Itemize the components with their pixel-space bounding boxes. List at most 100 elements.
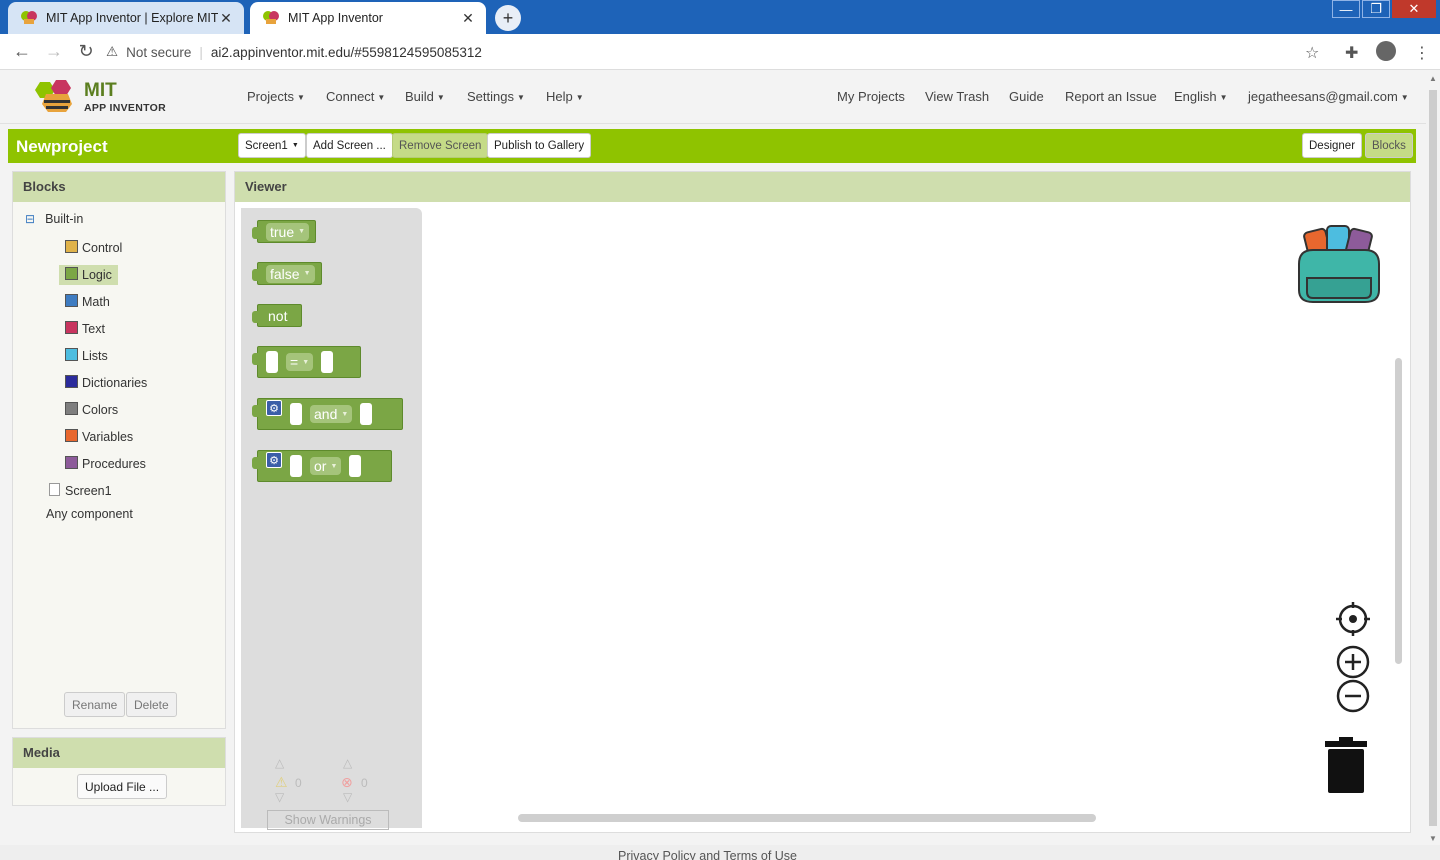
viewer-title: Viewer — [235, 172, 1410, 202]
remove-screen-button[interactable]: Remove Screen — [392, 133, 489, 158]
page-scroll-thumb[interactable] — [1429, 90, 1437, 826]
backpack-icon[interactable] — [1293, 220, 1385, 306]
account-menu[interactable]: jegatheesans@gmail.com ▼ — [1248, 89, 1409, 104]
logic-false-block[interactable]: false ▼ — [252, 262, 322, 285]
link-view-trash[interactable]: View Trash — [925, 89, 989, 104]
link-my-projects[interactable]: My Projects — [837, 89, 905, 104]
link-report-issue[interactable]: Report an Issue — [1065, 89, 1157, 104]
compare-operator-dropdown[interactable]: = ▼ — [286, 353, 314, 371]
category-procedures[interactable]: Procedures — [65, 455, 146, 471]
logic-or-block[interactable]: ⚙ or ▼ — [252, 450, 392, 482]
project-name: Newproject — [16, 137, 108, 156]
error-prev-arrow-icon[interactable]: △ — [343, 756, 352, 770]
logic-true-block[interactable]: true ▼ — [252, 220, 317, 243]
warning-triangle-icon[interactable]: ⚠ — [106, 44, 118, 60]
logo-bee-icon — [35, 80, 72, 112]
category-lists[interactable]: Lists — [65, 347, 108, 363]
window-controls: — ❐ ✕ — [1330, 0, 1436, 18]
not-label: not — [268, 307, 288, 324]
scroll-down-arrow-icon[interactable]: ▼ — [1429, 834, 1437, 843]
menu-projects[interactable]: Projects ▼ — [247, 89, 305, 104]
screen-select-dropdown[interactable]: Screen1 ▼ — [238, 133, 306, 158]
browser-tab-app-inventor[interactable]: MIT App Inventor ✕ — [250, 2, 486, 34]
menu-settings[interactable]: Settings ▼ — [467, 89, 525, 104]
scroll-up-arrow-icon[interactable]: ▲ — [1429, 74, 1437, 83]
close-tab-icon[interactable]: ✕ — [460, 10, 476, 27]
false-dropdown[interactable]: false ▼ — [266, 264, 315, 283]
category-text[interactable]: Text — [65, 320, 105, 336]
mit-app-inventor-logo[interactable]: MIT APP INVENTOR — [34, 76, 166, 116]
minimize-icon[interactable]: — — [1332, 0, 1360, 18]
new-tab-plus-icon[interactable]: + — [495, 5, 521, 31]
window-close-icon[interactable]: ✕ — [1392, 0, 1436, 18]
browser-tab-explore[interactable]: MIT App Inventor | Explore MIT A ✕ — [8, 2, 244, 34]
mutator-gear-icon[interactable]: ⚙ — [266, 400, 282, 416]
category-logic[interactable]: Logic — [59, 265, 118, 285]
language-menu[interactable]: English ▼ — [1174, 89, 1228, 104]
menu-build[interactable]: Build ▼ — [405, 89, 445, 104]
browser-menu-icon[interactable]: ⋮ — [1414, 43, 1430, 63]
forward-arrow-icon[interactable]: → — [38, 36, 70, 68]
right-input-slot[interactable] — [349, 455, 362, 477]
url-text[interactable]: ai2.appinventor.mit.edu/#559812459508531… — [211, 45, 482, 60]
show-warnings-button[interactable]: Show Warnings — [267, 810, 389, 830]
link-guide[interactable]: Guide — [1009, 89, 1044, 104]
upload-file-button[interactable]: Upload File ... — [77, 774, 168, 799]
category-control[interactable]: Control — [65, 239, 122, 255]
category-colors[interactable]: Colors — [65, 401, 118, 417]
true-dropdown[interactable]: true ▼ — [266, 222, 310, 241]
left-input-slot[interactable] — [290, 455, 302, 477]
logic-compare-block[interactable]: = ▼ — [252, 346, 361, 378]
back-arrow-icon[interactable]: ← — [6, 36, 38, 68]
center-target-icon[interactable] — [1336, 602, 1370, 636]
and-operator-dropdown[interactable]: and ▼ — [310, 405, 353, 423]
any-component-item[interactable]: Any component — [46, 507, 133, 521]
close-tab-icon[interactable]: ✕ — [218, 10, 234, 27]
reload-icon[interactable]: ↻ — [70, 36, 102, 68]
collapse-icon[interactable]: ⊟ — [25, 212, 35, 226]
menu-help[interactable]: Help ▼ — [546, 89, 584, 104]
add-screen-button[interactable]: Add Screen ... — [306, 133, 393, 158]
builtin-tree-item[interactable]: ⊟ Built-in — [25, 212, 83, 226]
delete-button[interactable]: Delete — [126, 692, 177, 717]
tab-title: MIT App Inventor — [288, 11, 383, 25]
warning-count: 0 — [295, 776, 302, 790]
profile-avatar-icon[interactable] — [1376, 41, 1396, 61]
left-input-slot[interactable] — [266, 351, 278, 373]
publish-gallery-button[interactable]: Publish to Gallery — [487, 133, 592, 158]
page-scrollbar[interactable]: ▲ ▼ — [1426, 70, 1440, 845]
lists-swatch — [65, 347, 78, 361]
blocks-button[interactable]: Blocks — [1365, 133, 1413, 158]
trash-icon[interactable] — [1323, 737, 1369, 795]
maximize-icon[interactable]: ❐ — [1362, 0, 1390, 18]
right-input-slot[interactable] — [321, 351, 334, 373]
viewer-horizontal-scrollbar[interactable] — [518, 814, 1096, 822]
viewer-vertical-scrollbar[interactable] — [1395, 358, 1402, 664]
bookmark-star-icon[interactable]: ☆ — [1305, 43, 1319, 63]
extensions-puzzle-icon[interactable]: ✚ — [1345, 43, 1358, 63]
media-panel-title: Media — [13, 738, 225, 768]
rename-button[interactable]: Rename — [64, 692, 126, 717]
menu-connect[interactable]: Connect ▼ — [326, 89, 385, 104]
privacy-terms-link[interactable]: Privacy Policy and Terms of Use — [618, 849, 797, 860]
error-next-arrow-icon[interactable]: ▽ — [343, 790, 352, 804]
right-input-slot[interactable] — [360, 403, 373, 425]
logic-and-block[interactable]: ⚙ and ▼ — [252, 398, 403, 430]
designer-button[interactable]: Designer — [1302, 133, 1363, 158]
category-math[interactable]: Math — [65, 293, 110, 309]
url-bar[interactable]: ⚠ Not secure | ai2.appinventor.mit.edu/#… — [106, 38, 1336, 66]
category-variables[interactable]: Variables — [65, 428, 133, 444]
mutator-gear-icon[interactable]: ⚙ — [266, 452, 282, 468]
zoom-in-icon[interactable] — [1336, 645, 1370, 679]
warning-prev-arrow-icon[interactable]: △ — [275, 756, 284, 770]
zoom-out-icon[interactable] — [1336, 679, 1370, 713]
screen1-tree-item[interactable]: Screen1 — [49, 482, 112, 498]
blocks-flyout: true ▼ false ▼ not = ▼ ⚙ and ▼ ⚙ or ▼ △ … — [241, 208, 422, 830]
or-operator-dropdown[interactable]: or ▼ — [310, 457, 342, 475]
left-input-slot[interactable] — [290, 403, 302, 425]
logic-not-block[interactable]: not — [252, 304, 303, 327]
category-dictionaries[interactable]: Dictionaries — [65, 374, 147, 390]
text-swatch — [65, 320, 78, 334]
viewer-panel: Viewer true ▼ false ▼ not = ▼ ⚙ and ▼ ⚙ … — [234, 171, 1411, 833]
warning-next-arrow-icon[interactable]: ▽ — [275, 790, 284, 804]
